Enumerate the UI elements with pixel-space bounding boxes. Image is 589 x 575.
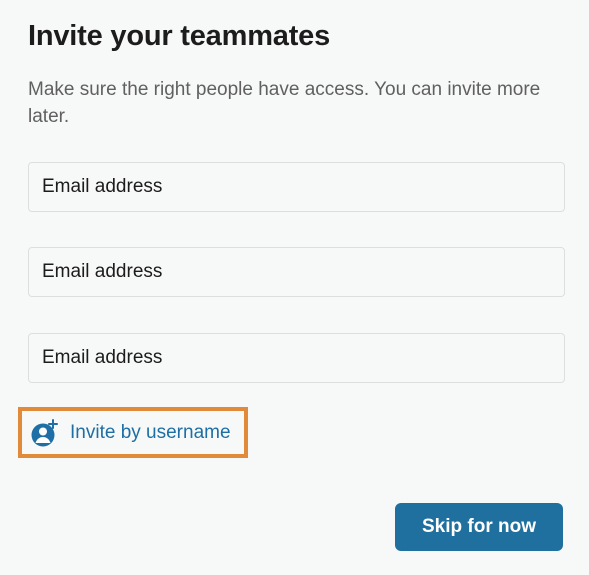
invite-by-username-link[interactable]: Invite by username bbox=[18, 407, 248, 458]
page-title: Invite your teammates bbox=[28, 20, 331, 52]
email-field-1[interactable] bbox=[28, 162, 565, 212]
invite-teammates-dialog: Invite your teammates Make sure the righ… bbox=[0, 0, 589, 575]
invite-by-username-label: Invite by username bbox=[70, 421, 231, 443]
skip-for-now-button[interactable]: Skip for now bbox=[395, 503, 563, 551]
page-subtitle: Make sure the right people have access. … bbox=[28, 79, 541, 127]
email-field-2[interactable] bbox=[28, 247, 565, 297]
email-field-3[interactable] bbox=[28, 333, 565, 383]
add-user-icon bbox=[30, 418, 60, 448]
